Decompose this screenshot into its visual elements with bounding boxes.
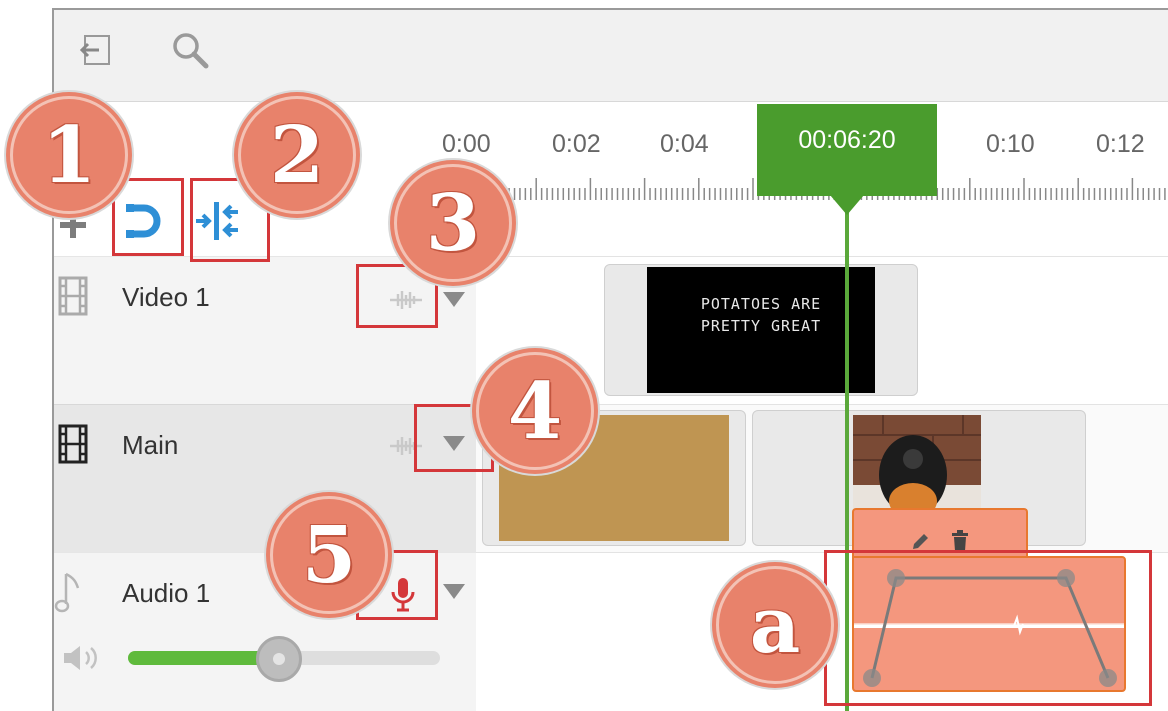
highlight-snap [112, 178, 184, 256]
volume-slider-handle[interactable] [256, 636, 302, 682]
callout-badge: 2 [238, 96, 356, 214]
callout-badge: a [716, 566, 834, 684]
callout-badge: 4 [476, 352, 594, 470]
playhead-time[interactable]: 00:06:20 [757, 104, 937, 196]
track-label: Video 1 [122, 282, 210, 312]
ruler-tick-label: 0:04 [660, 130, 709, 158]
track-label: Main [122, 430, 179, 460]
ruler-tick-label: 0:00 [442, 130, 491, 158]
top-toolbar [54, 10, 1168, 102]
speaker-icon[interactable] [62, 644, 102, 677]
chevron-down-icon[interactable] [443, 584, 465, 599]
video-clip-thumbnail: POTATOES ARE PRETTY GREAT [647, 267, 875, 393]
caption-line: POTATOES ARE [700, 295, 822, 313]
ruler-tick-label: 0:02 [552, 130, 601, 158]
ruler-tick-label: 0:12 [1096, 130, 1145, 158]
film-icon [58, 276, 88, 321]
search-icon[interactable] [170, 30, 210, 70]
callout-badge: 5 [270, 496, 388, 614]
track-label: Audio 1 [122, 578, 211, 608]
chevron-down-icon[interactable] [443, 292, 465, 307]
film-icon [58, 424, 88, 469]
callout-badge: 1 [10, 96, 128, 214]
playhead-marker[interactable] [830, 195, 864, 215]
video-clip[interactable]: POTATOES ARE PRETTY GREAT [604, 264, 918, 396]
ruler-tick-label: 0:10 [986, 130, 1035, 158]
exit-icon[interactable] [76, 30, 116, 70]
caption-line: PRETTY GREAT [700, 317, 822, 335]
music-note-icon [54, 570, 84, 619]
highlight-audio-clip [824, 550, 1152, 706]
track-header-main[interactable] [54, 404, 476, 552]
callout-badge: 3 [394, 164, 512, 282]
